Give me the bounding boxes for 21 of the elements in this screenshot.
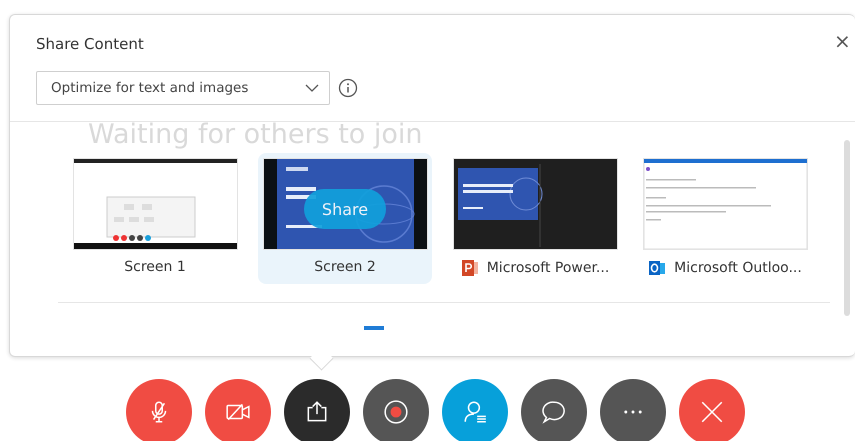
share-option[interactable]: Microsoft Outloo... bbox=[638, 153, 812, 284]
optimize-dropdown[interactable]: Optimize for text and images bbox=[36, 71, 330, 105]
mail-app-icon bbox=[648, 259, 666, 277]
presentation-app-icon bbox=[460, 259, 479, 277]
participants-icon bbox=[462, 399, 488, 425]
scrollbar[interactable] bbox=[844, 140, 850, 316]
more-icon bbox=[624, 410, 642, 414]
close-icon bbox=[699, 399, 725, 425]
record-icon bbox=[383, 399, 409, 425]
chevron-down-icon bbox=[305, 84, 319, 92]
share-option[interactable]: Screen 1 bbox=[68, 153, 242, 284]
close-button[interactable]: × bbox=[830, 31, 855, 51]
share-option[interactable]: Microsoft Power... bbox=[448, 153, 622, 284]
share-option[interactable]: Share Screen 2 bbox=[258, 153, 432, 284]
dialog-title: Share Content bbox=[36, 35, 144, 53]
chat-bubble-icon bbox=[541, 399, 567, 425]
option-label: Screen 1 bbox=[124, 259, 186, 275]
option-label: Microsoft Power... bbox=[486, 260, 610, 276]
option-label: Screen 2 bbox=[314, 259, 376, 275]
info-icon[interactable] bbox=[338, 78, 358, 98]
option-label: Microsoft Outloo... bbox=[674, 260, 802, 276]
